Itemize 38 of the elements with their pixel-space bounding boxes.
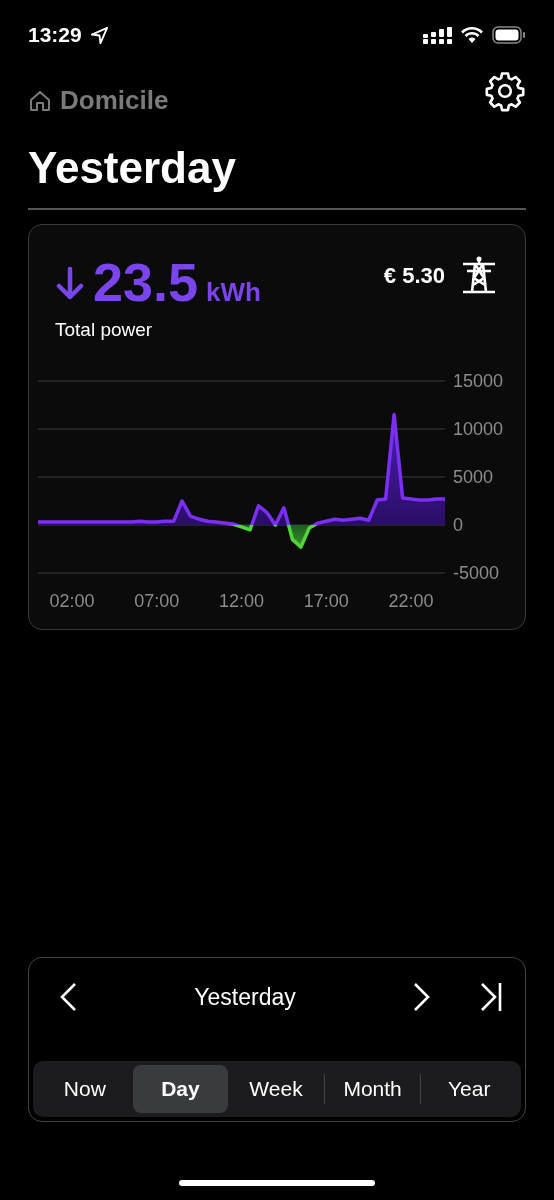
page-title: Yesterday: [28, 144, 237, 193]
previous-button[interactable]: [59, 982, 79, 1013]
location-arrow-icon: [89, 25, 109, 45]
next-icon: [411, 982, 431, 1013]
last-period-icon: [479, 982, 503, 1013]
home-icon: [28, 88, 52, 113]
period-tab[interactable]: Year: [421, 1065, 517, 1113]
battery-icon: [492, 26, 526, 44]
next-button[interactable]: [411, 982, 431, 1013]
y-axis-label: -5000: [453, 562, 500, 583]
signal-icon: [423, 26, 452, 44]
period-tab[interactable]: Week: [228, 1065, 324, 1113]
y-axis-label: 5000: [453, 466, 494, 487]
y-axis-label: 10000: [453, 418, 504, 439]
total-power-label: Total power: [55, 318, 154, 343]
status-time: 13:29: [28, 22, 82, 49]
breadcrumb-label[interactable]: Domicile: [60, 81, 169, 120]
power-pylon-icon: [461, 255, 497, 296]
energy-unit: kWh: [206, 276, 261, 310]
previous-icon: [59, 982, 79, 1013]
period-tab[interactable]: Now: [37, 1065, 133, 1113]
x-axis-label: 22:00: [388, 590, 434, 611]
last-period-button[interactable]: [479, 982, 503, 1013]
down-arrow-icon: [55, 267, 85, 302]
y-axis-label: 15000: [453, 370, 504, 391]
x-axis-label: 02:00: [49, 590, 95, 611]
energy-value: 23.5: [93, 255, 199, 310]
x-axis-label: 17:00: [303, 590, 349, 611]
y-axis-label: 0: [453, 514, 463, 535]
period-label: Yesterday: [193, 983, 297, 1012]
settings-button[interactable]: [484, 70, 526, 112]
settings-icon: [484, 70, 526, 112]
period-tab[interactable]: Month: [324, 1065, 421, 1113]
cost-value: € 5.30: [383, 261, 445, 290]
wifi-icon: [460, 26, 484, 44]
x-axis-label: 12:00: [219, 590, 264, 611]
x-axis-label: 07:00: [134, 590, 180, 611]
period-tab[interactable]: Day: [132, 1065, 229, 1113]
